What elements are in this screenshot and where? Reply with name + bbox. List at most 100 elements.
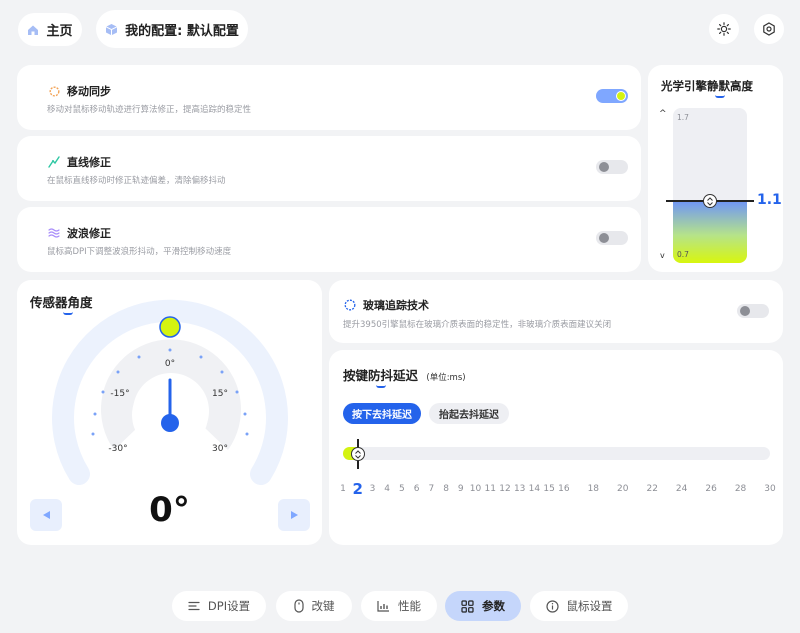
ripple-control-title-row: 波浪修正	[47, 225, 111, 241]
nav-performance-label: 性能	[398, 599, 421, 613]
angle-increase-button[interactable]	[278, 499, 310, 531]
debounce-tick: 10	[469, 484, 482, 494]
title-underline	[715, 95, 725, 98]
debounce-tick: 3	[369, 484, 376, 494]
debounce-tick: 2	[352, 480, 363, 498]
lod-down-arrow[interactable]: v	[660, 251, 665, 260]
debounce-tick: 16	[558, 484, 570, 494]
toggle-knob	[740, 306, 750, 316]
tab-press-debounce[interactable]: 按下去抖延迟	[343, 403, 421, 424]
glass-title: 玻璃追踪技术	[363, 299, 429, 312]
debounce-tick: 13	[513, 484, 526, 494]
chart-icon	[377, 600, 390, 612]
glass-tracking-card: 玻璃追踪技术 提升3950引擎鼠标在玻璃介质表面的稳定性，非玻璃介质表面建议关闭	[329, 280, 783, 343]
debounce-tick: 6	[413, 484, 420, 494]
brightness-button[interactable]	[709, 14, 739, 44]
nav-parameters-label: 参数	[482, 599, 505, 613]
toggle-knob	[599, 162, 609, 172]
debounce-tick: 18	[587, 484, 600, 494]
debounce-slider-handle[interactable]	[350, 447, 365, 461]
motion-sync-desc: 移动对鼠标移动轨迹进行算法修正，提高追踪的稳定性	[47, 105, 252, 115]
lod-up-arrow[interactable]: ^	[659, 109, 667, 119]
ripple-control-desc: 鼠标高DPI下调整波浪形抖动，平滑控制移动速度	[47, 247, 232, 257]
toggle-knob	[616, 91, 626, 101]
debounce-tick: 15	[543, 484, 555, 494]
glass-desc: 提升3950引擎鼠标在玻璃介质表面的稳定性，非玻璃介质表面建议关闭	[343, 320, 612, 330]
tab-release-debounce[interactable]: 抬起去抖延迟	[429, 403, 509, 424]
debounce-tick: 24	[675, 484, 688, 494]
ripple-control-toggle[interactable]	[596, 231, 628, 245]
debounce-tick: 20	[617, 484, 629, 494]
debounce-unit: (单位:ms)	[426, 373, 466, 383]
lod-max-label: 1.7	[677, 113, 689, 122]
nav-mouse-settings-label: 鼠标设置	[566, 599, 613, 613]
updown-icon	[354, 449, 361, 459]
ripple-control-title: 波浪修正	[67, 227, 111, 240]
sync-icon	[47, 85, 61, 97]
lod-title-text: 光学引擎静默高度	[661, 79, 753, 93]
motion-sync-toggle[interactable]	[596, 89, 628, 103]
angle-label-neg15: -15°	[110, 389, 130, 399]
motion-sync-card: 移动同步 移动对鼠标移动轨迹进行算法修正，提高追踪的稳定性	[17, 65, 641, 130]
hexagon-settings-icon	[762, 22, 776, 36]
debounce-tick: 14	[528, 484, 541, 494]
angle-label-neg30: -30°	[108, 444, 128, 454]
triangle-left-icon	[42, 511, 50, 519]
debounce-tick: 5	[399, 484, 405, 494]
debounce-tick: 11	[484, 484, 496, 494]
lod-slider-track[interactable]: 1.7 0.7	[673, 108, 747, 263]
sliders-icon	[188, 600, 200, 612]
nav-parameters[interactable]: 参数	[445, 591, 521, 621]
nav-dpi[interactable]: DPI设置	[172, 591, 266, 621]
angle-label-30: 30°	[212, 444, 228, 454]
dial-pivot	[161, 414, 179, 432]
debounce-slider-track[interactable]	[343, 447, 770, 460]
angle-snap-title-row: 直线修正	[47, 154, 111, 170]
glass-toggle[interactable]	[737, 304, 769, 318]
nav-dpi-label: DPI设置	[207, 599, 251, 613]
lod-slider-handle[interactable]	[703, 194, 717, 208]
debounce-tick: 1	[340, 484, 346, 494]
profile-button[interactable]: 我的配置: 默认配置	[96, 10, 248, 48]
debounce-panel: 按键防抖延迟 (单位:ms) 按下去抖延迟 抬起去抖延迟 1 2 3 4 5 6 7 8 9 10…	[329, 350, 783, 545]
motion-sync-title-row: 移动同步	[47, 83, 111, 99]
triangle-right-icon	[290, 511, 298, 519]
debounce-tick: 9	[457, 484, 464, 494]
angle-snap-toggle[interactable]	[596, 160, 628, 174]
nav-mouse-settings[interactable]: 鼠标设置	[530, 591, 628, 621]
nav-performance[interactable]: 性能	[361, 591, 437, 621]
lod-min-label: 0.7	[677, 250, 689, 259]
dial-knob	[159, 316, 181, 338]
mouse-icon	[293, 599, 304, 613]
debounce-tick: 7	[428, 484, 435, 494]
angle-label-0: 0°	[164, 359, 176, 369]
info-icon	[545, 599, 559, 613]
sensor-angle-panel: 传感器角度 -30° -15° 0° 15° 30° 0°	[17, 280, 322, 545]
nav-keys-label: 改键	[311, 599, 335, 613]
nav-keys[interactable]: 改键	[276, 591, 352, 621]
sun-icon	[717, 22, 731, 36]
line-correction-icon	[47, 156, 61, 168]
settings-button[interactable]	[754, 14, 784, 44]
home-icon	[27, 24, 39, 36]
debounce-tick: 30	[764, 484, 776, 494]
toggle-knob	[599, 233, 609, 243]
cube-icon	[105, 23, 118, 36]
wave-icon	[47, 228, 61, 238]
debounce-tick: 4	[384, 484, 391, 494]
angle-decrease-button[interactable]	[30, 499, 62, 531]
home-button[interactable]: 主页	[18, 13, 82, 46]
lod-title: 光学引擎静默高度	[661, 78, 753, 98]
grid-icon	[461, 599, 474, 613]
lod-value: 1.1	[757, 192, 782, 208]
angle-value: 0°	[149, 490, 190, 530]
ripple-control-card: 波浪修正 鼠标高DPI下调整波浪形抖动，平滑控制移动速度	[17, 207, 641, 272]
updown-icon	[707, 196, 713, 206]
debounce-tick: 28	[734, 484, 747, 494]
angle-snap-desc: 在鼠标直线移动时修正轨迹偏差，清除偏移抖动	[47, 176, 226, 186]
angle-label-15: 15°	[212, 389, 228, 399]
debounce-tick: 22	[646, 484, 658, 494]
home-label: 主页	[46, 24, 73, 39]
lod-panel: 光学引擎静默高度 ^ v 1.7 0.7 1.1	[648, 65, 783, 272]
debounce-tick: 26	[705, 484, 717, 494]
